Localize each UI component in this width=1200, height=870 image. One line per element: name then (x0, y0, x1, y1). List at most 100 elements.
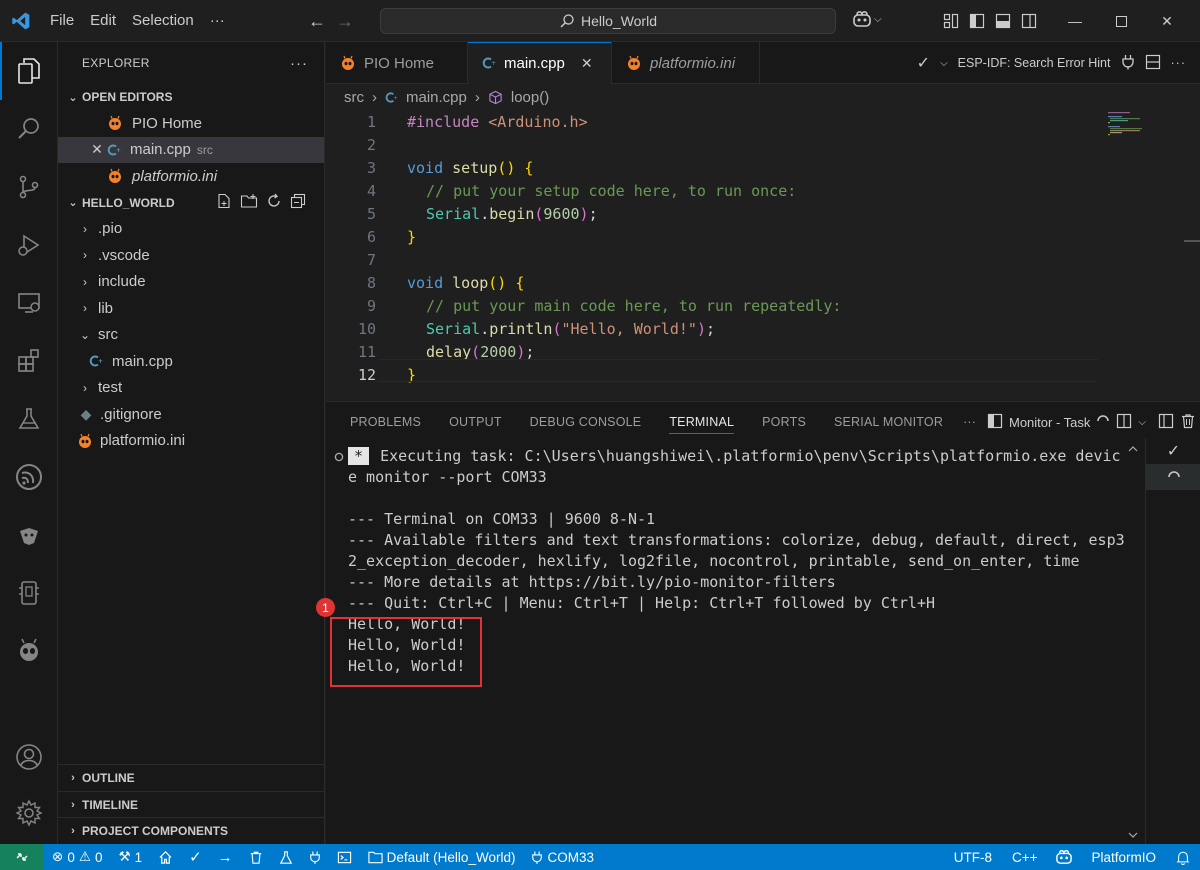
settings-gear-icon[interactable] (0, 784, 58, 842)
extensions-icon[interactable] (0, 332, 58, 390)
run-debug-icon[interactable] (0, 216, 58, 274)
toggle-panel-icon[interactable] (990, 0, 1016, 42)
menu-more[interactable]: ··· (202, 0, 233, 42)
language-mode-status[interactable]: C++ (1002, 844, 1048, 870)
breadcrumb-symbol[interactable]: loop() (511, 89, 549, 106)
terminal-instance-done[interactable]: ✓ (1146, 438, 1200, 464)
terminal-layout-icon[interactable] (987, 413, 1003, 432)
toggle-secondary-sidebar-icon[interactable] (1016, 0, 1042, 42)
tab-problems[interactable]: PROBLEMS (336, 402, 435, 442)
close-icon[interactable]: ✕ (88, 141, 106, 158)
tree-file-gitignore[interactable]: ◆ .gitignore (58, 401, 324, 428)
tab-serial-monitor[interactable]: SERIAL MONITOR (820, 402, 957, 442)
task-label[interactable]: Monitor - Task (1009, 415, 1090, 430)
testing-flask-icon[interactable] (0, 390, 58, 448)
more-tabs-icon[interactable]: ··· (957, 402, 982, 442)
tree-folder-test[interactable]: › test (58, 375, 324, 402)
notifications-bell-icon[interactable] (1166, 844, 1200, 870)
espressif-icon[interactable] (0, 448, 58, 506)
split-terminal-icon[interactable] (1116, 413, 1132, 432)
copilot-status-icon[interactable] (1047, 844, 1081, 870)
tree-file-platformio-ini[interactable]: platformio.ini (58, 428, 324, 455)
tab-main-cpp[interactable]: + main.cpp ✕ (468, 42, 612, 84)
embedded-tools-icon[interactable] (0, 506, 58, 564)
project-env-switcher[interactable]: Default (Hello_World) (360, 844, 524, 870)
outline-section[interactable]: › OUTLINE (58, 765, 325, 791)
minimize-icon[interactable]: — (1052, 0, 1098, 42)
port-switcher[interactable]: COM33 (523, 844, 602, 870)
check-icon[interactable]: ✓ (917, 53, 930, 73)
new-file-icon[interactable] (216, 193, 232, 212)
remote-indicator-icon[interactable] (0, 844, 44, 870)
tab-ports[interactable]: PORTS (748, 402, 820, 442)
editor-scrollbar[interactable] (1184, 240, 1200, 242)
copilot-button[interactable]: ⌵ (852, 10, 882, 28)
terminal-instance-running[interactable] (1146, 464, 1200, 490)
tree-folder-pio[interactable]: › .pio (58, 216, 324, 243)
remote-explorer-icon[interactable] (0, 274, 58, 332)
breadcrumb-folder[interactable]: src (344, 89, 364, 106)
timeline-section[interactable]: › TIMELINE (58, 791, 325, 817)
pio-terminal-button[interactable] (329, 844, 360, 870)
toggle-sidebar-icon[interactable] (1158, 413, 1174, 432)
plug-icon[interactable] (1121, 54, 1135, 73)
chevron-down-icon[interactable]: ⌵ (940, 58, 948, 69)
tab-platformio-ini[interactable]: platformio.ini (612, 42, 760, 84)
open-editor-main-cpp[interactable]: ✕ + main.cpp src (58, 136, 324, 163)
tab-pio-home[interactable]: PIO Home (326, 42, 468, 84)
menu-edit[interactable]: Edit (82, 0, 124, 42)
project-section[interactable]: ⌄ HELLO_WORLD (58, 190, 324, 216)
split-editor-icon[interactable] (1145, 54, 1161, 73)
open-editor-platformio-ini[interactable]: platformio.ini (58, 163, 324, 190)
pio-test-button[interactable] (271, 844, 301, 870)
customize-layout-icon[interactable] (938, 0, 964, 42)
terminal-scrollbar[interactable] (1126, 442, 1140, 842)
tree-folder-src[interactable]: ⌄ src (58, 322, 324, 349)
trash-icon[interactable] (1180, 413, 1196, 432)
refresh-icon[interactable] (266, 193, 282, 212)
pio-home-button[interactable] (150, 844, 181, 870)
project-components-section[interactable]: › PROJECT COMPONENTS (58, 817, 325, 843)
tools-status[interactable]: ⚒ 1 (110, 844, 150, 870)
pio-build-button[interactable]: ✓ (181, 844, 210, 870)
chevron-down-icon[interactable]: ⌵ (1138, 417, 1146, 428)
more-actions-icon[interactable]: ··· (290, 55, 308, 72)
platformio-status[interactable]: PlatformIO (1081, 844, 1166, 870)
toggle-primary-sidebar-icon[interactable] (964, 0, 990, 42)
code-editor[interactable]: 1 #include <Arduino.h> 2 3 void setup() … (326, 110, 1200, 400)
new-folder-icon[interactable] (240, 193, 258, 212)
collapse-all-icon[interactable] (290, 193, 306, 212)
device-manager-icon[interactable] (0, 564, 58, 622)
search-icon[interactable] (0, 100, 58, 158)
close-window-icon[interactable]: ✕ (1144, 0, 1190, 42)
platformio-alien-icon[interactable] (0, 622, 58, 680)
explorer-icon[interactable] (0, 42, 58, 100)
close-tab-icon[interactable]: ✕ (581, 55, 593, 72)
command-decoration-icon[interactable] (334, 450, 344, 465)
account-icon[interactable] (0, 728, 58, 786)
tab-terminal[interactable]: TERMINAL (655, 402, 748, 442)
more-actions-icon[interactable]: ··· (1171, 56, 1187, 70)
open-editor-pio-home[interactable]: PIO Home (58, 110, 324, 137)
forward-arrow-icon[interactable]: → (336, 11, 354, 32)
encoding-status[interactable]: UTF-8 (944, 844, 1002, 870)
open-editors-section[interactable]: ⌄ OPEN EDITORS (58, 84, 324, 110)
menu-file[interactable]: File (42, 0, 82, 42)
esp-idf-search-error-hint[interactable]: ESP-IDF: Search Error Hint (958, 56, 1111, 70)
problems-status[interactable]: ⊗ 0 ⚠ 0 (44, 844, 110, 870)
menu-selection[interactable]: Selection (124, 0, 202, 42)
tab-debug-console[interactable]: DEBUG CONSOLE (516, 402, 656, 442)
tab-output[interactable]: OUTPUT (435, 402, 516, 442)
tree-folder-vscode[interactable]: › .vscode (58, 242, 324, 269)
tree-folder-include[interactable]: › include (58, 269, 324, 296)
tree-file-main-cpp[interactable]: + main.cpp (58, 348, 324, 375)
pio-monitor-button[interactable] (301, 844, 329, 870)
pio-upload-button[interactable]: → (210, 844, 241, 870)
maximize-icon[interactable] (1098, 0, 1144, 42)
minimap[interactable] (1106, 110, 1186, 170)
breadcrumb-file[interactable]: main.cpp (406, 89, 467, 106)
back-arrow-icon[interactable]: ← (308, 11, 326, 32)
pio-clean-button[interactable] (241, 844, 271, 870)
tree-folder-lib[interactable]: › lib (58, 295, 324, 322)
command-center-search[interactable]: Hello_World (380, 8, 836, 34)
